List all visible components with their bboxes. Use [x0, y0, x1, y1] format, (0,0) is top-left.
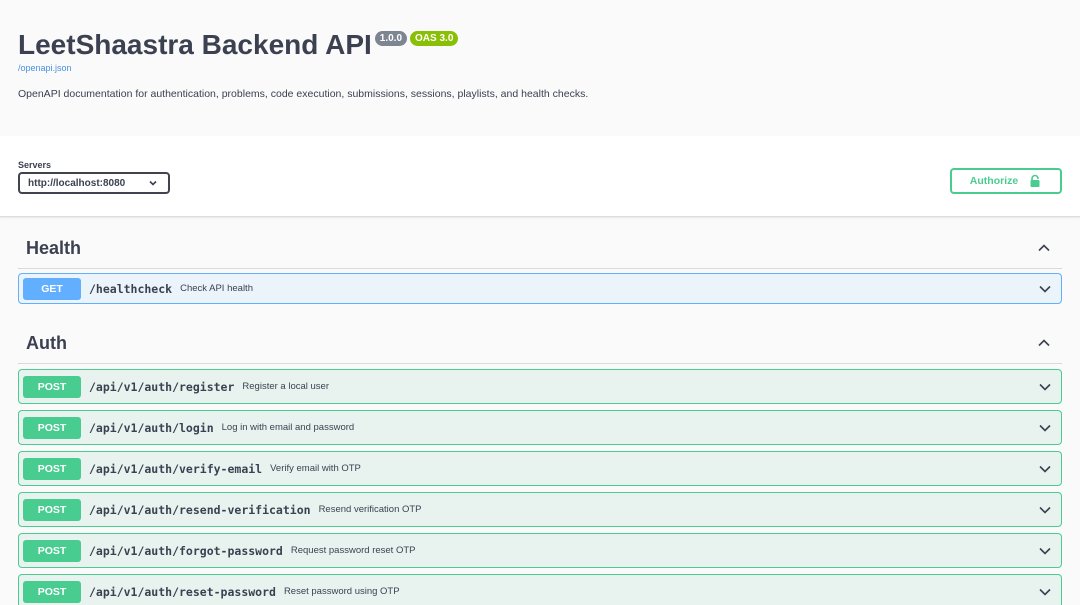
server-select-value: http://localhost:8080: [28, 177, 126, 189]
chevron-down-icon[interactable]: [1035, 418, 1055, 438]
api-title: LeetShaastra Backend API: [18, 29, 372, 60]
method-badge: POST: [23, 416, 81, 439]
operation-summary: Register a local user: [242, 381, 330, 392]
opblock-get-healthcheck[interactable]: GET /healthcheck Check API health: [18, 273, 1062, 304]
method-badge: POST: [23, 375, 81, 398]
tag-name-health: Health: [26, 238, 82, 258]
oas-badge: OAS 3.0: [410, 31, 459, 46]
operation-path: /api/v1/auth/reset-password: [89, 584, 276, 599]
chevron-up-icon[interactable]: [1034, 333, 1054, 353]
method-badge: POST: [23, 539, 81, 562]
authorize-button[interactable]: Authorize: [950, 168, 1062, 194]
operation-path: /api/v1/auth/verify-email: [89, 461, 263, 476]
chevron-down-icon[interactable]: [1035, 279, 1055, 299]
version-badge: 1.0.0: [374, 31, 408, 46]
info-section: LeetShaastra Backend API 1.0.0 OAS 3.0 /…: [0, 0, 1080, 136]
chevron-down-icon: [149, 180, 157, 186]
api-description: OpenAPI documentation for authentication…: [18, 88, 589, 100]
operation-summary: Log in with email and password: [221, 422, 355, 433]
operation-summary: Request password reset OTP: [290, 545, 416, 556]
method-badge: POST: [23, 580, 81, 603]
tag-health[interactable]: Health: [18, 217, 1062, 269]
tag-name-auth: Auth: [26, 333, 67, 353]
operation-path: /api/v1/auth/login: [89, 420, 214, 435]
opblock-post-forgot-password[interactable]: POST /api/v1/auth/forgot-password Reques…: [18, 533, 1062, 568]
opblock-post-verify-email[interactable]: POST /api/v1/auth/verify-email Verify em…: [18, 451, 1062, 486]
spec-link[interactable]: /openapi.json: [18, 63, 1062, 73]
operation-summary: Check API health: [180, 283, 253, 294]
tag-auth[interactable]: Auth: [18, 316, 1062, 364]
method-badge: GET: [23, 277, 81, 300]
operation-path: /api/v1/auth/resend-verification: [89, 502, 311, 517]
operation-summary: Reset password using OTP: [283, 586, 400, 597]
operation-path: /api/v1/auth/register: [89, 379, 235, 394]
opblock-post-login[interactable]: POST /api/v1/auth/login Log in with emai…: [18, 410, 1062, 445]
scheme-container: Servers http://localhost:8080 Authorize: [0, 136, 1080, 217]
opblock-post-register[interactable]: POST /api/v1/auth/register Register a lo…: [18, 369, 1062, 404]
auth-operations: POST /api/v1/auth/register Register a lo…: [18, 369, 1062, 605]
lock-icon: [1030, 174, 1040, 187]
operation-path: /api/v1/auth/forgot-password: [89, 543, 283, 558]
operation-summary: Resend verification OTP: [318, 504, 422, 515]
authorize-label: Authorize: [969, 175, 1019, 187]
operation-summary: Verify email with OTP: [270, 463, 361, 474]
server-select[interactable]: http://localhost:8080: [18, 172, 170, 194]
method-badge: POST: [23, 457, 81, 480]
chevron-down-icon[interactable]: [1035, 377, 1055, 397]
chevron-up-icon[interactable]: [1034, 238, 1054, 258]
chevron-down-icon[interactable]: [1035, 582, 1055, 602]
method-badge: POST: [23, 498, 81, 521]
opblock-post-resend-verification[interactable]: POST /api/v1/auth/resend-verification Re…: [18, 492, 1062, 527]
title-row: LeetShaastra Backend API 1.0.0 OAS 3.0: [18, 28, 1062, 62]
chevron-down-icon[interactable]: [1035, 541, 1055, 561]
servers-label: Servers: [18, 160, 52, 170]
chevron-down-icon[interactable]: [1035, 459, 1055, 479]
opblock-post-reset-password[interactable]: POST /api/v1/auth/reset-password Reset p…: [18, 574, 1062, 605]
operation-path: /healthcheck: [89, 281, 173, 296]
chevron-down-icon[interactable]: [1035, 500, 1055, 520]
operations-wrapper: Health GET /healthcheck Check API health…: [0, 217, 1080, 605]
